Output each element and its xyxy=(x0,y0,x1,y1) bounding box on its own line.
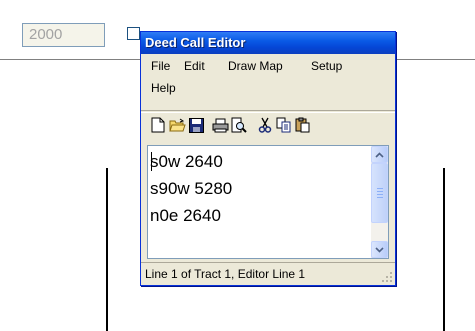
text-caret xyxy=(151,152,152,171)
deed-call-editor-window: Deed Call Editor File Edit Draw Map Setu… xyxy=(140,31,396,286)
menu-draw-map[interactable]: Draw Map xyxy=(225,55,286,77)
vertical-scrollbar[interactable] xyxy=(371,146,388,258)
year-input[interactable]: 2000 xyxy=(22,23,105,47)
scroll-down-button[interactable] xyxy=(371,241,388,258)
status-text: Line 1 of Tract 1, Editor Line 1 xyxy=(145,267,306,281)
copy-icon[interactable] xyxy=(275,116,293,134)
resize-grip-icon[interactable] xyxy=(381,271,393,283)
print-icon[interactable] xyxy=(211,116,229,134)
menu-help[interactable]: Help xyxy=(148,77,179,99)
menu-bar: File Edit Draw Map Setup Help xyxy=(141,55,395,103)
save-icon[interactable] xyxy=(187,116,205,134)
menu-edit[interactable]: Edit xyxy=(181,55,208,77)
menu-setup[interactable]: Setup xyxy=(308,55,345,77)
background-checkbox[interactable] xyxy=(127,27,140,40)
window-title-bar[interactable]: Deed Call Editor xyxy=(141,32,395,54)
new-file-icon[interactable] xyxy=(149,116,167,134)
editor-line: n0e 2640 xyxy=(150,206,221,225)
editor-line: s90w 5280 xyxy=(150,179,233,198)
status-bar: Line 1 of Tract 1, Editor Line 1 xyxy=(141,262,395,285)
scroll-up-button[interactable] xyxy=(371,146,388,163)
toolbar xyxy=(141,112,395,139)
menu-file[interactable]: File xyxy=(148,55,173,77)
scrollbar-thumb[interactable] xyxy=(371,163,388,223)
toolbar-separator xyxy=(141,110,395,111)
chevron-down-icon xyxy=(375,246,384,253)
open-folder-icon[interactable] xyxy=(168,116,186,134)
editor-lines: s0w 2640 s90w 5280 n0e 2640 xyxy=(150,148,366,229)
editor-line: s0w 2640 xyxy=(150,152,223,171)
deed-call-text-editor[interactable]: s0w 2640 s90w 5280 n0e 2640 xyxy=(147,145,389,259)
cut-icon[interactable] xyxy=(256,116,274,134)
map-line-left xyxy=(106,168,108,331)
window-title: Deed Call Editor xyxy=(145,35,246,50)
map-line-right xyxy=(443,168,445,331)
chevron-up-icon xyxy=(375,151,384,158)
paste-icon[interactable] xyxy=(294,116,312,134)
print-preview-icon[interactable] xyxy=(230,116,248,134)
